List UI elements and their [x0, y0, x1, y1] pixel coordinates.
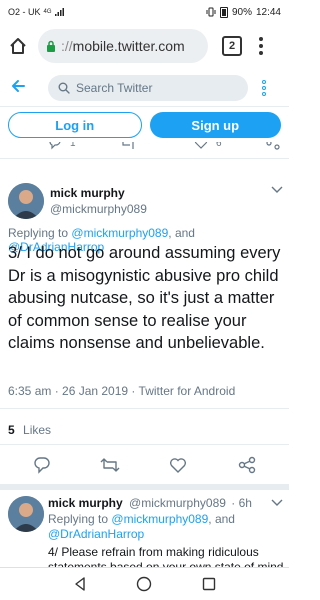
previous-reply-count: 1	[70, 142, 76, 149]
reply-icon[interactable]	[48, 142, 62, 153]
replying-to: Replying to @mickmurphy089, and @DrAdria…	[48, 512, 248, 542]
share-icon[interactable]	[236, 454, 258, 476]
home-icon[interactable]	[6, 34, 30, 58]
url-bar[interactable]: ://mobile.twitter.com	[38, 29, 208, 63]
network-label: 4G	[43, 9, 52, 15]
vibrate-icon	[206, 7, 216, 17]
home-circle-icon[interactable]	[136, 576, 152, 592]
search-icon	[58, 82, 70, 94]
replying-to-and: , and	[168, 226, 195, 240]
like-icon[interactable]	[167, 454, 189, 476]
previous-tweet-actions: 1 6	[0, 142, 289, 156]
login-button[interactable]: Log in	[8, 112, 142, 138]
battery-level: 90%	[231, 6, 252, 18]
reply-tweet-header: mick murphy @mickmurphy089 · 6h	[48, 496, 252, 510]
meta-divider	[0, 408, 289, 409]
search-input[interactable]: Search Twitter	[48, 75, 248, 101]
mention-link[interactable]: @DrAdrianHarrop	[48, 527, 144, 541]
reply-icon[interactable]	[31, 454, 53, 476]
author-name[interactable]: mick murphy	[48, 496, 123, 510]
previous-like-count: 6	[216, 142, 222, 149]
share-icon[interactable]	[266, 142, 280, 153]
retweet-icon[interactable]	[99, 454, 121, 476]
chevron-down-icon[interactable]	[271, 185, 283, 197]
mention-link[interactable]: @mickmurphy089	[111, 512, 208, 526]
avatar[interactable]	[8, 183, 44, 219]
author-handle[interactable]: @mickmurphy089	[50, 202, 147, 216]
retweet-icon[interactable]	[120, 142, 136, 153]
tweet-divider	[0, 158, 289, 159]
tab-switcher-button[interactable]: 2	[222, 36, 242, 56]
signal-icon	[54, 8, 64, 16]
signup-button[interactable]: Sign up	[149, 112, 281, 138]
tweet-actions	[0, 454, 289, 478]
url-host: mobile.twitter.com	[72, 38, 185, 54]
likes-label: Likes	[23, 423, 52, 437]
twitter-header: Search Twitter	[0, 70, 289, 106]
tweet-text: 3/ I do not go around assuming every Dr …	[8, 244, 281, 352]
status-left: O2 - UK 4G	[8, 7, 64, 17]
search-placeholder: Search Twitter	[76, 81, 153, 95]
replying-to-and: , and	[208, 512, 235, 526]
status-bar: O2 - UK 4G 90% 12:44	[0, 0, 289, 24]
author-name[interactable]: mick murphy	[50, 186, 125, 200]
tweet-timestamp[interactable]: 6:35 am · 26 Jan 2019 · Twitter for Andr…	[8, 384, 235, 398]
replying-to-prefix: Replying to	[48, 512, 109, 526]
likes-divider	[0, 444, 289, 445]
tweet-text: 4/ Please refrain from making ridiculous…	[48, 545, 284, 567]
header-divider	[0, 106, 289, 107]
replying-to-prefix: Replying to	[8, 226, 69, 240]
auth-buttons: Log in Sign up	[0, 112, 289, 140]
recents-icon[interactable]	[201, 576, 217, 592]
likes-count[interactable]: 5 Likes	[8, 423, 51, 437]
avatar[interactable]	[8, 496, 44, 532]
back-arrow-icon[interactable]	[10, 78, 26, 99]
android-nav-bar	[0, 567, 289, 600]
carrier-label: O2 - UK	[8, 7, 41, 17]
mention-link[interactable]: @mickmurphy089	[71, 226, 168, 240]
lock-icon	[47, 40, 55, 52]
likes-number: 5	[8, 423, 15, 437]
author-handle[interactable]: @mickmurphy089	[129, 496, 226, 510]
battery-icon	[219, 6, 228, 18]
chevron-down-icon[interactable]	[271, 498, 283, 510]
more-options-icon[interactable]	[260, 80, 268, 96]
reply-tweet-body: 4/ Please refrain from making ridiculous…	[0, 540, 289, 567]
tweet-age[interactable]: · 6h	[231, 496, 252, 510]
status-right: 90% 12:44	[206, 6, 281, 18]
back-icon[interactable]	[72, 576, 88, 592]
browser-toolbar: ://mobile.twitter.com 2	[0, 26, 289, 66]
actions-divider	[0, 484, 289, 490]
clock: 12:44	[255, 6, 281, 18]
like-icon[interactable]	[194, 142, 208, 153]
browser-menu-icon[interactable]	[254, 34, 268, 58]
url-scheme: ://	[61, 38, 73, 54]
